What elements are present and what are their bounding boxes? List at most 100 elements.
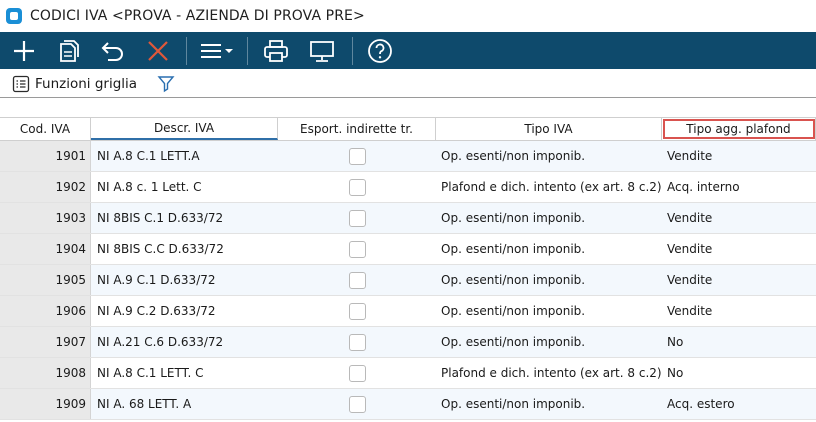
column-header-description[interactable]: Descr. IVA bbox=[91, 118, 278, 140]
table-row[interactable]: 1906 NI A.9 C.2 D.633/72 Op. esenti/non im… bbox=[0, 296, 816, 327]
table-row[interactable]: 1908 NI A.8 C.1 LETT. C Plafond e dich. in… bbox=[0, 358, 816, 389]
cell-plafond-type[interactable]: No bbox=[662, 327, 816, 357]
table-row[interactable]: 1902 NI A.8 c. 1 Lett. C Plafond e dich. i… bbox=[0, 172, 816, 203]
grid-functions-button[interactable]: Funzioni griglia bbox=[12, 72, 137, 96]
print-button[interactable] bbox=[254, 32, 298, 69]
plus-icon bbox=[14, 40, 34, 61]
cell-code[interactable]: 1906 bbox=[0, 296, 91, 326]
divider-line bbox=[0, 97, 816, 98]
cell-description[interactable]: NI A. 68 LETT. A bbox=[91, 389, 278, 419]
cell-vat-type[interactable]: Plafond e dich. intento (ex art. 8 c.2) bbox=[436, 358, 662, 388]
table-row[interactable]: 1904 NI 8BIS C.C D.633/72 Op. esenti/non i… bbox=[0, 234, 816, 265]
cell-code[interactable]: 1909 bbox=[0, 389, 91, 419]
close-icon bbox=[148, 40, 168, 61]
indirect-export-checkbox[interactable] bbox=[348, 395, 366, 413]
indirect-export-checkbox[interactable] bbox=[348, 333, 366, 351]
cell-description[interactable]: NI A.9 C.1 D.633/72 bbox=[91, 265, 278, 295]
indirect-export-checkbox[interactable] bbox=[348, 178, 366, 196]
cell-code[interactable]: 1903 bbox=[0, 203, 91, 233]
app-logo-icon bbox=[6, 8, 22, 24]
column-header-code[interactable]: Cod. IVA bbox=[0, 118, 91, 140]
cell-vat-type[interactable]: Op. esenti/non imponib. bbox=[436, 327, 662, 357]
list-icon bbox=[12, 75, 30, 92]
cell-indirect-export bbox=[278, 358, 436, 388]
table-row[interactable]: 1905 NI A.9 C.1 D.633/72 Op. esenti/non im… bbox=[0, 265, 816, 296]
duplicate-button[interactable] bbox=[48, 32, 90, 69]
grid-functions-label: Funzioni griglia bbox=[35, 75, 138, 92]
vat-codes-grid: Cod. IVA Descr. IVA Esport. indirette tr… bbox=[0, 117, 816, 420]
cell-description[interactable]: NI A.9 C.2 D.633/72 bbox=[91, 296, 278, 326]
cell-description[interactable]: NI 8BIS C.1 D.633/72 bbox=[91, 203, 278, 233]
table-row[interactable]: 1909 NI A. 68 LETT. A Op. esenti/non impon… bbox=[0, 389, 816, 420]
cell-vat-type[interactable]: Plafond e dich. intento (ex art. 8 c.2) bbox=[436, 172, 662, 202]
cell-plafond-type[interactable]: Vendite bbox=[662, 234, 816, 264]
cell-code[interactable]: 1907 bbox=[0, 327, 91, 357]
filter-button[interactable] bbox=[157, 72, 175, 96]
undo-icon bbox=[101, 41, 123, 61]
copy-icon bbox=[60, 39, 79, 62]
indirect-export-checkbox[interactable] bbox=[348, 302, 366, 320]
indirect-export-checkbox[interactable] bbox=[348, 271, 366, 289]
window-title: CODICI IVA <PROVA - AZIENDA DI PROVA PRE… bbox=[30, 8, 365, 24]
delete-button[interactable] bbox=[136, 32, 180, 69]
cell-plafond-type[interactable]: Acq. estero bbox=[662, 389, 816, 419]
cell-indirect-export bbox=[278, 296, 436, 326]
cell-vat-type[interactable]: Op. esenti/non imponib. bbox=[436, 203, 662, 233]
indirect-export-checkbox[interactable] bbox=[348, 240, 366, 258]
menu-dropdown-button[interactable] bbox=[193, 32, 241, 69]
help-icon bbox=[368, 38, 392, 63]
cell-vat-type[interactable]: Op. esenti/non imponib. bbox=[436, 265, 662, 295]
cell-indirect-export bbox=[278, 141, 436, 171]
toolbar-divider bbox=[186, 36, 187, 65]
print-icon bbox=[264, 39, 288, 62]
column-header-indirect-export[interactable]: Esport. indirette tr. bbox=[278, 118, 436, 140]
cell-plafond-type[interactable]: Acq. interno bbox=[662, 172, 816, 202]
cell-plafond-type[interactable]: Vendite bbox=[662, 203, 816, 233]
grid-header: Cod. IVA Descr. IVA Esport. indirette tr… bbox=[0, 117, 816, 141]
cell-code[interactable]: 1901 bbox=[0, 141, 91, 171]
cell-plafond-type[interactable]: Vendite bbox=[662, 141, 816, 171]
cell-description[interactable]: NI A.8 c. 1 Lett. C bbox=[91, 172, 278, 202]
table-row[interactable]: 1903 NI 8BIS C.1 D.633/72 Op. esenti/non i… bbox=[0, 203, 816, 234]
indirect-export-checkbox[interactable] bbox=[348, 147, 366, 165]
cell-vat-type[interactable]: Op. esenti/non imponib. bbox=[436, 234, 662, 264]
indirect-export-checkbox[interactable] bbox=[348, 209, 366, 227]
undo-button[interactable] bbox=[90, 32, 136, 69]
cell-indirect-export bbox=[278, 389, 436, 419]
toolbar-divider bbox=[352, 36, 353, 65]
cell-code[interactable]: 1902 bbox=[0, 172, 91, 202]
cell-code[interactable]: 1905 bbox=[0, 265, 91, 295]
cell-plafond-type[interactable]: Vendite bbox=[662, 296, 816, 326]
cell-plafond-type[interactable]: No bbox=[662, 358, 816, 388]
cell-indirect-export bbox=[278, 327, 436, 357]
indirect-export-checkbox[interactable] bbox=[348, 364, 366, 382]
cell-description[interactable]: NI A.21 C.6 D.633/72 bbox=[91, 327, 278, 357]
column-header-plafond-type[interactable]: Tipo agg. plafond bbox=[662, 118, 816, 140]
table-row[interactable]: 1901 NI A.8 C.1 LETT.A Op. esenti/non impo… bbox=[0, 141, 816, 172]
cell-code[interactable]: 1908 bbox=[0, 358, 91, 388]
cell-indirect-export bbox=[278, 172, 436, 202]
main-toolbar bbox=[0, 32, 816, 69]
new-button[interactable] bbox=[0, 32, 48, 69]
cell-indirect-export bbox=[278, 234, 436, 264]
cell-vat-type[interactable]: Op. esenti/non imponib. bbox=[436, 141, 662, 171]
table-row[interactable]: 1907 NI A.21 C.6 D.633/72 Op. esenti/non i… bbox=[0, 327, 816, 358]
preview-button[interactable] bbox=[298, 32, 346, 69]
cell-indirect-export bbox=[278, 265, 436, 295]
cell-vat-type[interactable]: Op. esenti/non imponib. bbox=[436, 389, 662, 419]
cell-description[interactable]: NI 8BIS C.C D.633/72 bbox=[91, 234, 278, 264]
cell-indirect-export bbox=[278, 203, 436, 233]
help-button[interactable] bbox=[359, 32, 401, 69]
cell-code[interactable]: 1904 bbox=[0, 234, 91, 264]
menu-icon bbox=[201, 43, 233, 58]
cell-description[interactable]: NI A.8 C.1 LETT.A bbox=[91, 141, 278, 171]
filter-icon bbox=[157, 75, 175, 92]
cell-vat-type[interactable]: Op. esenti/non imponib. bbox=[436, 296, 662, 326]
cell-description[interactable]: NI A.8 C.1 LETT. C bbox=[91, 358, 278, 388]
title-bar: CODICI IVA <PROVA - AZIENDA DI PROVA PRE… bbox=[0, 0, 816, 32]
column-header-vat-type[interactable]: Tipo IVA bbox=[436, 118, 662, 140]
cell-plafond-type[interactable]: Vendite bbox=[662, 265, 816, 295]
grid-options-bar: Funzioni griglia bbox=[0, 69, 816, 98]
monitor-icon bbox=[310, 40, 334, 62]
toolbar-divider bbox=[247, 36, 248, 65]
